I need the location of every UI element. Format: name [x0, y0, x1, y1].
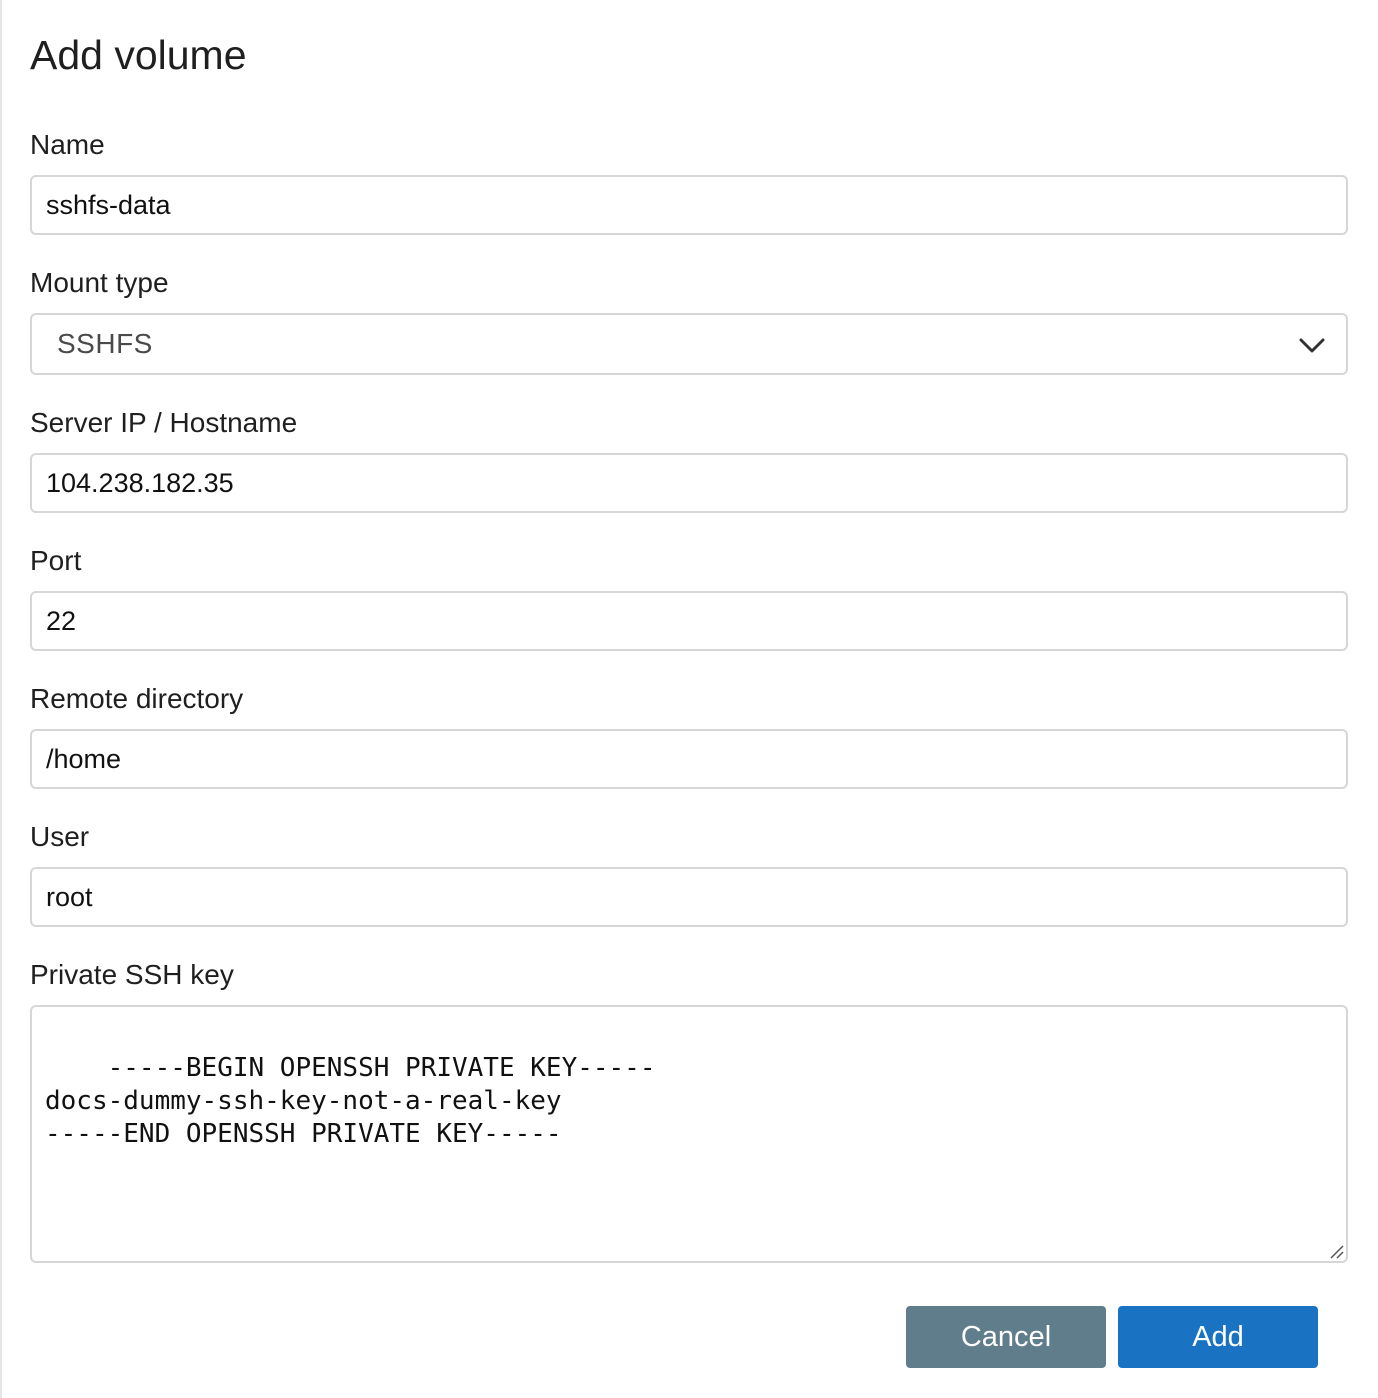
cancel-button[interactable]: Cancel: [906, 1306, 1106, 1368]
name-input[interactable]: [30, 175, 1348, 235]
dialog-title: Add volume: [30, 32, 247, 78]
ssh-key-textarea[interactable]: -----BEGIN OPENSSH PRIVATE KEY----- docs…: [30, 1005, 1348, 1263]
add-button[interactable]: Add: [1118, 1306, 1318, 1368]
chevron-down-icon: [1299, 338, 1325, 353]
mount-type-label: Mount type: [30, 267, 169, 298]
remote-directory-input[interactable]: [30, 729, 1348, 789]
resize-grip-icon[interactable]: [1328, 1243, 1344, 1259]
mount-type-selected-value: SSHFS: [57, 328, 153, 359]
remote-directory-label: Remote directory: [30, 683, 244, 714]
name-label: Name: [30, 129, 105, 160]
left-edge-border: [0, 0, 2, 1398]
server-input[interactable]: [30, 453, 1348, 513]
port-input[interactable]: [30, 591, 1348, 651]
ssh-key-text: -----BEGIN OPENSSH PRIVATE KEY----- docs…: [45, 1053, 656, 1149]
port-label: Port: [30, 545, 82, 576]
user-label: User: [30, 821, 90, 852]
server-label: Server IP / Hostname: [30, 407, 298, 438]
user-input[interactable]: [30, 867, 1348, 927]
mount-type-select[interactable]: SSHFS: [30, 313, 1348, 375]
ssh-key-label: Private SSH key: [30, 959, 234, 990]
